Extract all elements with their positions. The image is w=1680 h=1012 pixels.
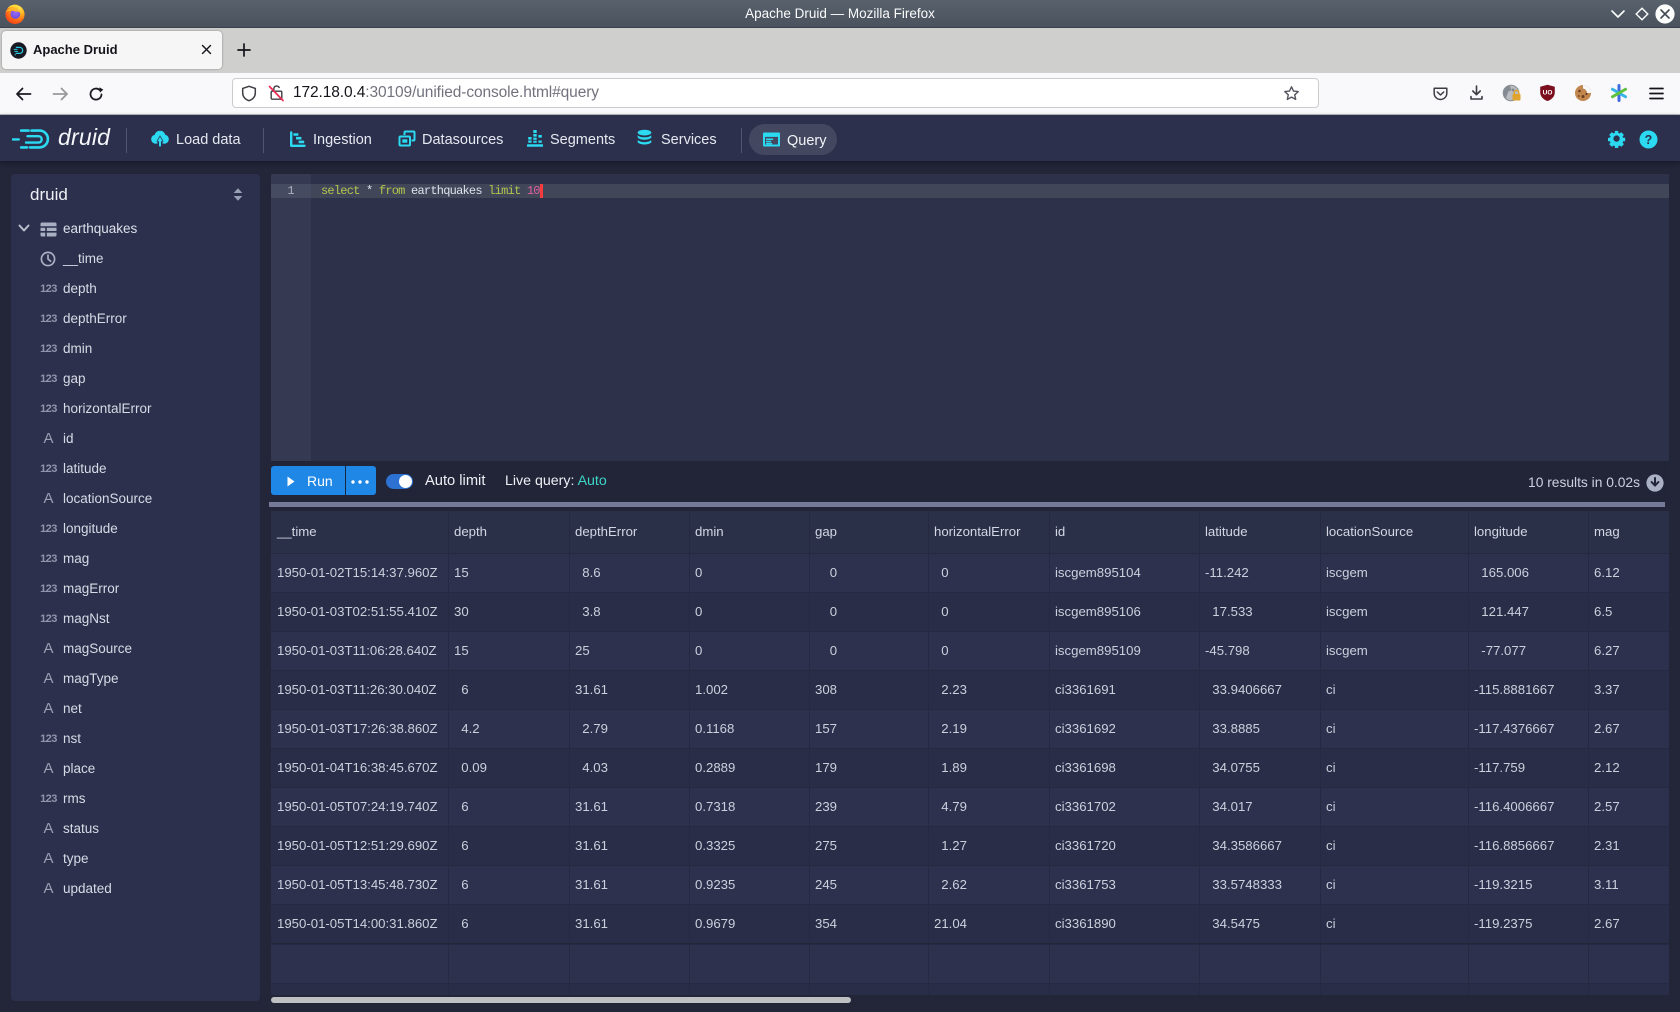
svg-text:UO: UO — [1543, 90, 1553, 97]
svg-text:?: ? — [1645, 133, 1653, 147]
